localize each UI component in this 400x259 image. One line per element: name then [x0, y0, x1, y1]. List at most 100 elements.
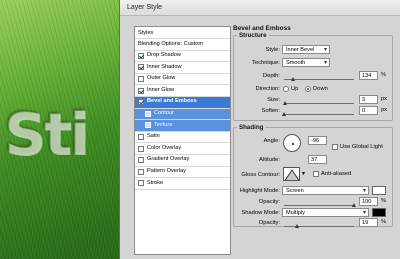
direction-down-radio[interactable]: [305, 86, 311, 92]
altitude-input[interactable]: 37: [308, 155, 327, 164]
sidebar-checkbox[interactable]: [145, 110, 151, 117]
structure-label: Structure: [237, 32, 269, 39]
altitude-label: Altitude:: [259, 157, 280, 163]
sidebar-checkbox[interactable]: [138, 157, 144, 164]
global-light-label: Use Global Light: [340, 144, 383, 150]
sidebar-item-drop-shadow[interactable]: Drop Shadow: [135, 51, 230, 63]
sidebar-item-label: Outer Glow: [147, 75, 176, 82]
highlight-color-swatch[interactable]: [372, 186, 386, 195]
soften-unit: px: [381, 107, 387, 113]
direction-down-label: Down: [313, 86, 328, 92]
sidebar-checkbox[interactable]: [138, 76, 144, 83]
soften-input[interactable]: 0: [359, 106, 378, 115]
sidebar-item-bevel-and-emboss[interactable]: Bevel and Emboss: [135, 96, 230, 109]
sidebar-item-label: Inner Glow: [147, 86, 175, 93]
sidebar-checkbox[interactable]: [138, 180, 144, 187]
gloss-contour-picker[interactable]: [283, 167, 300, 181]
highlight-opacity-label: Opacity:: [258, 199, 280, 205]
shadow-color-swatch[interactable]: [372, 208, 386, 217]
dialog-title: Layer Style: [120, 0, 400, 16]
sidebar-item-label: Pattern Overlay: [147, 168, 186, 175]
direction-up-radio[interactable]: [283, 86, 289, 92]
sidebar-item-label: Satin: [147, 133, 160, 140]
depth-slider-thumb[interactable]: [290, 77, 295, 81]
sidebar-checkbox[interactable]: [138, 52, 144, 59]
sidebar-item-label: Stroke: [147, 179, 164, 186]
depth-slider[interactable]: [284, 77, 354, 81]
sidebar-item-label: Inner Shadow: [147, 63, 182, 70]
shadow-opacity-label: Opacity:: [258, 220, 280, 226]
size-slider-thumb[interactable]: [282, 101, 287, 105]
highlight-mode-label: Highlight Mode:: [239, 188, 280, 194]
canvas-text: Sti: [4, 100, 89, 168]
depth-input[interactable]: 134: [359, 71, 378, 80]
panel-title: Bevel and Emboss: [233, 25, 291, 32]
sidebar-item-outer-glow[interactable]: Outer Glow: [135, 74, 230, 86]
sidebar-checkbox[interactable]: [138, 145, 144, 152]
antialiased-checkbox[interactable]: [313, 171, 319, 177]
highlight-opacity-input[interactable]: 100: [359, 197, 378, 206]
highlight-opacity-unit: %: [381, 198, 386, 204]
technique-label: Technique:: [251, 60, 280, 66]
sidebar-checkbox[interactable]: [145, 122, 151, 129]
gloss-contour-dropdown-icon[interactable]: ▾: [302, 170, 305, 177]
gloss-contour-label: Gloss Contour:: [241, 172, 280, 178]
styles-header[interactable]: Styles: [135, 27, 230, 39]
angle-input[interactable]: -96: [308, 136, 327, 145]
shadow-opacity-slider-thumb[interactable]: [294, 224, 299, 228]
highlight-mode-select[interactable]: Screen: [282, 186, 369, 195]
shadow-mode-label: Shadow Mode:: [241, 210, 280, 216]
size-input[interactable]: 3: [359, 95, 378, 104]
shadow-opacity-slider[interactable]: [284, 224, 354, 228]
sidebar-checkbox[interactable]: [138, 64, 144, 71]
sidebar-checkbox[interactable]: [138, 99, 144, 106]
shadow-opacity-unit: %: [381, 219, 386, 225]
sidebar-item-label: Contour: [154, 110, 174, 117]
depth-unit: %: [381, 72, 386, 78]
sidebar-item-inner-shadow[interactable]: Inner Shadow: [135, 62, 230, 74]
size-slider[interactable]: [282, 101, 354, 105]
layer-style-dialog: Layer Style Styles Blending Options: Cus…: [119, 0, 400, 259]
contour-curve-icon: [284, 169, 299, 180]
sidebar-checkbox[interactable]: [138, 134, 144, 141]
sidebar-item-blending-options-custom[interactable]: Blending Options: Custom: [135, 39, 230, 51]
shading-label: Shading: [237, 124, 266, 131]
sidebar-checkbox[interactable]: [138, 87, 144, 94]
technique-select[interactable]: Smooth: [282, 58, 330, 67]
sidebar-item-label: Color Overlay: [147, 144, 182, 151]
highlight-opacity-slider[interactable]: [284, 203, 356, 207]
angle-label: Angle:: [263, 138, 280, 144]
sidebar-item-satin[interactable]: Satin: [135, 132, 230, 144]
depth-label: Depth:: [262, 73, 280, 79]
sidebar-item-gradient-overlay[interactable]: Gradient Overlay: [135, 155, 230, 167]
direction-up-label: Up: [291, 86, 299, 92]
sidebar-item-color-overlay[interactable]: Color Overlay: [135, 143, 230, 155]
soften-slider[interactable]: [281, 112, 354, 116]
style-select[interactable]: Inner Bevel: [282, 45, 330, 54]
direction-label: Direction:: [255, 86, 280, 92]
sidebar-item-label: Drop Shadow: [147, 52, 181, 59]
sidebar-item-inner-glow[interactable]: Inner Glow: [135, 85, 230, 97]
size-unit: px: [381, 96, 387, 102]
bevel-emboss-panel: Bevel and Emboss Structure Style: Inner …: [233, 20, 399, 256]
sidebar-item-label: Texture: [154, 121, 173, 128]
sidebar-item-label: Bevel and Emboss: [147, 98, 197, 105]
styles-sidebar: Styles Blending Options: Custom Drop Shad…: [134, 26, 231, 255]
sidebar-item-label: Blending Options: Custom: [138, 40, 203, 47]
soften-slider-thumb[interactable]: [281, 112, 286, 116]
angle-dial[interactable]: [283, 134, 301, 152]
sidebar-item-pattern-overlay[interactable]: Pattern Overlay: [135, 167, 230, 179]
sidebar-item-texture[interactable]: Texture: [135, 120, 230, 132]
sidebar-item-label: Gradient Overlay: [147, 156, 190, 163]
highlight-opacity-slider-thumb[interactable]: [351, 203, 356, 207]
sidebar-item-contour[interactable]: Contour: [135, 108, 230, 121]
antialiased-label: Anti-aliased: [321, 171, 352, 177]
sidebar-item-stroke[interactable]: Stroke: [135, 178, 230, 190]
size-label: Size:: [267, 97, 280, 103]
style-label: Style:: [265, 47, 281, 53]
global-light-checkbox[interactable]: [332, 144, 338, 150]
shadow-mode-select[interactable]: Multiply: [282, 208, 369, 217]
shadow-opacity-input[interactable]: 19: [359, 218, 378, 227]
soften-label: Soften:: [261, 108, 280, 114]
sidebar-checkbox[interactable]: [138, 168, 144, 175]
